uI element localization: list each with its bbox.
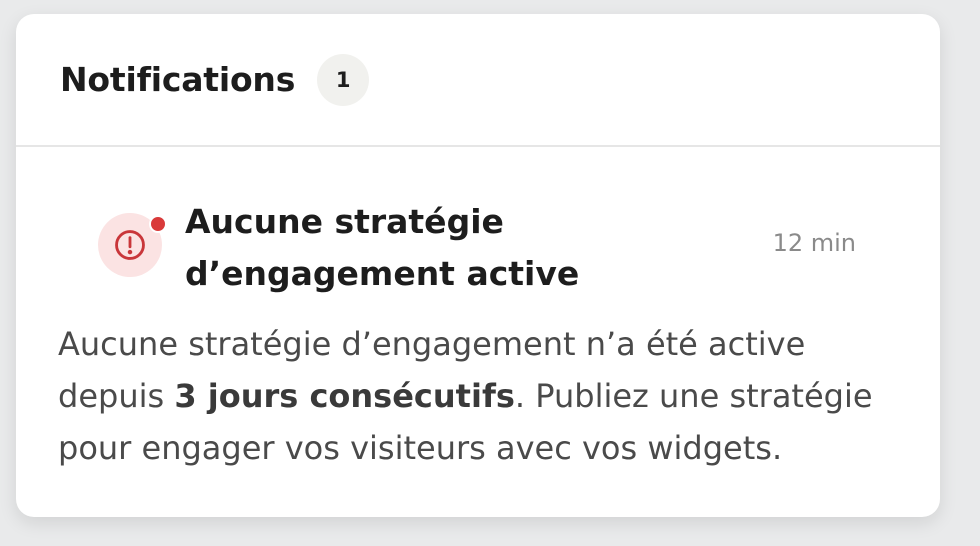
- notification-time: 12 min: [772, 229, 856, 257]
- notifications-panel: Notifications 1 Aucune stratégie d’engag…: [16, 14, 940, 517]
- notification-count-badge: 1: [317, 53, 370, 106]
- notification-message: Aucune stratégie d’engagement n’a été ac…: [58, 318, 908, 474]
- notifications-title: Notifications: [60, 60, 296, 99]
- notification-message-emphasis: 3 jours consécutifs: [174, 377, 515, 415]
- notification-item[interactable]: Aucune stratégie d’engagement active 12 …: [16, 147, 940, 297]
- unread-indicator-dot: [149, 215, 167, 233]
- notification-item-header: Aucune stratégie d’engagement active 12 …: [58, 147, 898, 297]
- notification-title: Aucune stratégie d’engagement active: [185, 202, 580, 293]
- notifications-header: Notifications 1: [16, 14, 940, 147]
